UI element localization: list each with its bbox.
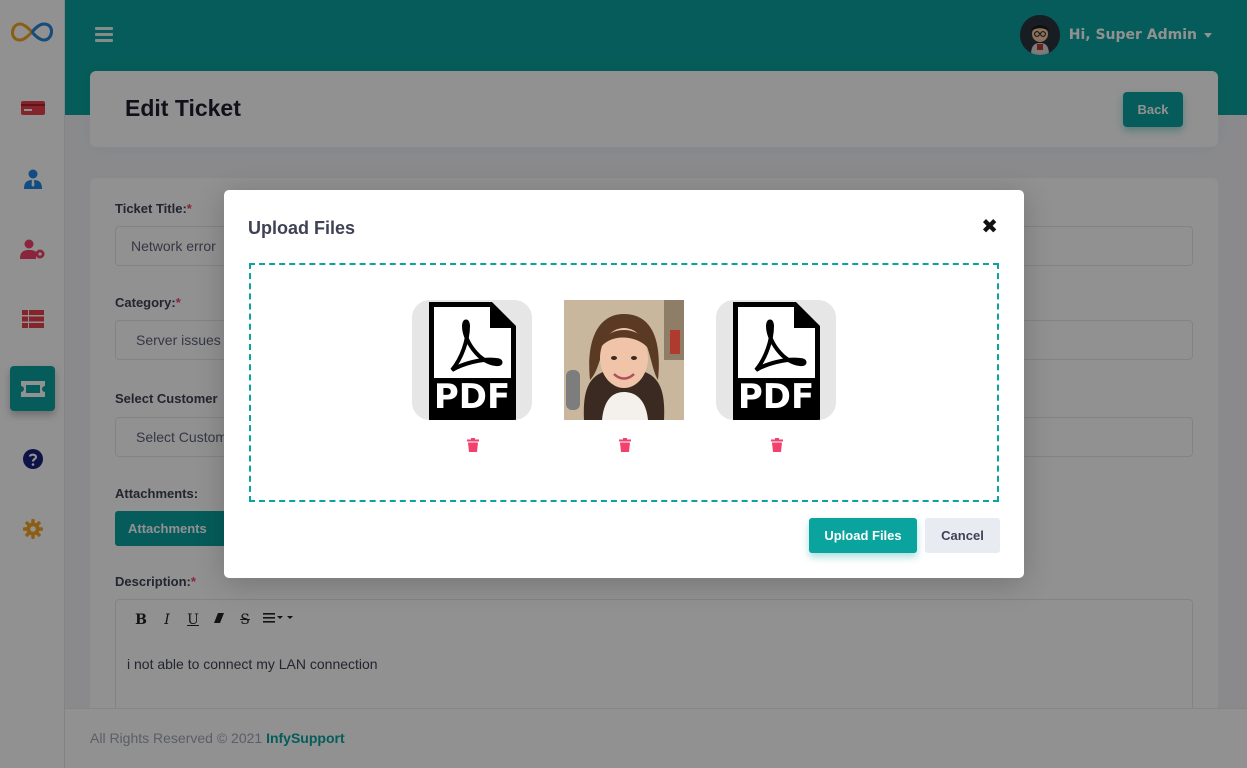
trash-icon[interactable] xyxy=(771,437,783,452)
pdf-label: PDF xyxy=(737,377,815,417)
close-icon[interactable]: ✖ xyxy=(981,216,998,236)
photo-thumbnail xyxy=(564,300,684,420)
trash-icon[interactable] xyxy=(619,437,631,452)
upload-files-modal: Upload Files ✖ PDF PDF Upload Files Canc… xyxy=(224,190,1024,578)
cancel-button[interactable]: Cancel xyxy=(925,518,1000,553)
modal-title: Upload Files xyxy=(248,218,356,238)
file-dropzone[interactable]: PDF PDF xyxy=(249,263,999,502)
upload-files-button[interactable]: Upload Files xyxy=(809,518,917,553)
trash-icon[interactable] xyxy=(467,437,479,452)
pdf-label: PDF xyxy=(433,377,511,417)
